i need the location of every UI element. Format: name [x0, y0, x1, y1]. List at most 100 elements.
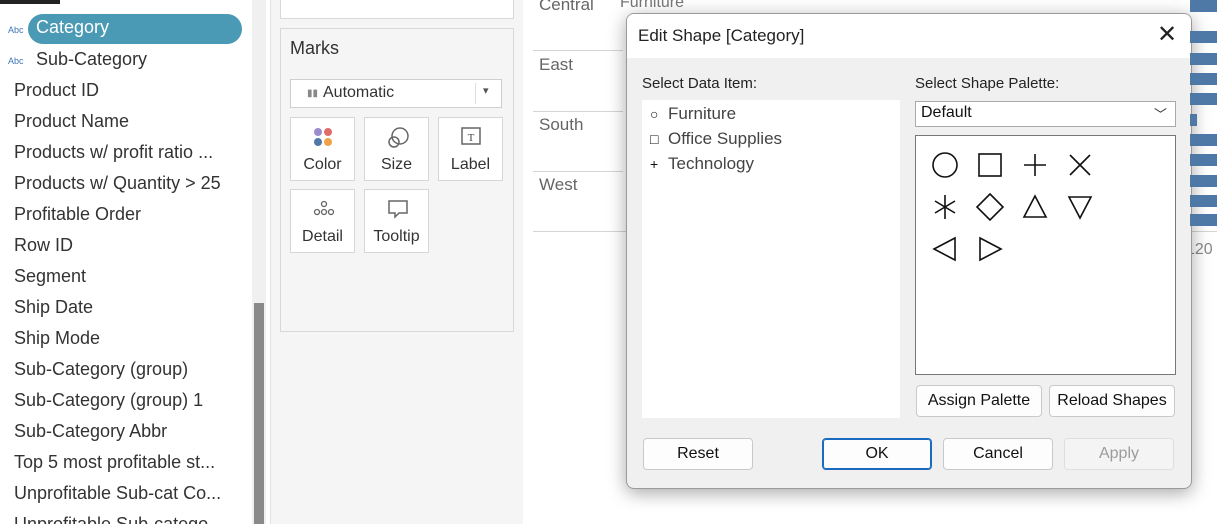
field-segment[interactable]: Segment — [14, 266, 86, 287]
assign-palette-button[interactable]: Assign Palette — [916, 385, 1042, 417]
field-profitable-order[interactable]: Profitable Order — [14, 204, 141, 225]
chevron-down-icon: ▾ — [483, 85, 489, 97]
field-ship-date[interactable]: Ship Date — [14, 297, 93, 318]
triangle-up-shape-icon[interactable] — [1018, 190, 1052, 224]
bar-mark — [1190, 93, 1217, 105]
bar-mark — [1190, 175, 1217, 187]
size-label: Size — [380, 156, 413, 173]
triangle-down-shape-icon[interactable] — [1063, 190, 1097, 224]
circle-shape-icon[interactable] — [928, 148, 962, 182]
bar-mark — [1190, 195, 1217, 207]
category-label-furniture: Furniture — [620, 0, 685, 11]
region-label-east: East — [539, 55, 574, 74]
bar-mark — [1190, 114, 1197, 126]
reset-button[interactable]: Reset — [643, 438, 753, 470]
color-label: Color — [303, 156, 342, 173]
field-sub-category-group-1[interactable]: Sub-Category (group) 1 — [14, 390, 203, 411]
palette-value: Default — [921, 104, 972, 121]
bar-mark — [1190, 53, 1217, 65]
size-button[interactable]: Size — [364, 117, 429, 181]
triangle-left-shape-icon[interactable] — [928, 232, 962, 266]
label-button[interactable]: T Label — [438, 117, 503, 181]
data-item-label: Technology — [668, 154, 755, 173]
region-label-central: Central — [539, 0, 594, 14]
marks-title: Marks — [290, 38, 339, 58]
data-pane: Abc Category Abc Sub-Category Product ID… — [0, 0, 248, 524]
bar-mark — [1190, 214, 1217, 226]
close-icon[interactable]: ✕ — [1153, 22, 1181, 50]
triangle-right-shape-icon[interactable] — [973, 232, 1007, 266]
select-shape-palette-label: Select Shape Palette: — [915, 75, 1060, 92]
dialog-title: Edit Shape [Category] — [638, 26, 805, 45]
label-icon: T — [461, 127, 481, 145]
field-products-profit-ratio[interactable]: Products w/ profit ratio ... — [14, 142, 213, 163]
plus-shape-icon: + — [650, 156, 659, 172]
bar-mark — [1190, 73, 1217, 85]
region-label-south: South — [539, 115, 584, 134]
bar-chart-icon: ▮▮ — [307, 88, 319, 99]
apply-button: Apply — [1064, 438, 1174, 470]
pages-card — [280, 0, 514, 19]
mark-type-dropdown[interactable]: ▮▮ Automatic ▾ — [290, 79, 502, 108]
field-products-quantity[interactable]: Products w/ Quantity > 25 — [14, 173, 221, 194]
data-pane-scroll-thumb[interactable] — [254, 303, 264, 524]
detail-button[interactable]: Detail — [290, 189, 355, 253]
shape-grid — [915, 135, 1176, 375]
label-label: Label — [450, 156, 491, 173]
data-item-technology[interactable]: + Technology — [650, 154, 754, 174]
color-button[interactable]: Color — [290, 117, 355, 181]
bar-mark — [1190, 134, 1217, 146]
data-item-label: Office Supplies — [668, 129, 783, 148]
svg-text:T: T — [468, 132, 475, 144]
data-item-office-supplies[interactable]: □ Office Supplies — [650, 129, 782, 149]
tooltip-icon — [388, 200, 408, 219]
field-sub-category-group[interactable]: Sub-Category (group) — [14, 359, 188, 380]
ok-button[interactable]: OK — [822, 438, 932, 470]
bar-mark — [1190, 154, 1217, 166]
row-divider — [533, 50, 623, 51]
square-shape-icon: □ — [650, 131, 659, 147]
detail-icon — [313, 200, 335, 216]
field-product-id[interactable]: Product ID — [14, 80, 99, 101]
abc-type-badge: Abc — [8, 56, 24, 66]
asterisk-shape-icon[interactable] — [928, 190, 962, 224]
bar-mark — [1190, 31, 1217, 43]
region-label-west: West — [539, 175, 578, 194]
reload-shapes-button[interactable]: Reload Shapes — [1049, 385, 1175, 417]
top-edge-decoration — [0, 0, 60, 4]
abc-type-badge: Abc — [8, 25, 24, 35]
shape-palette-select[interactable]: Default ﹀ — [915, 101, 1176, 127]
field-unprofitable-sub-cat-co[interactable]: Unprofitable Sub-cat Co... — [14, 483, 221, 504]
field-sub-category[interactable]: Sub-Category — [36, 49, 147, 70]
field-category[interactable]: Category — [36, 17, 109, 38]
bar-mark — [1190, 0, 1217, 12]
tooltip-button[interactable]: Tooltip — [364, 189, 429, 253]
data-item-furniture[interactable]: ○ Furniture — [650, 104, 736, 124]
field-product-name[interactable]: Product Name — [14, 111, 129, 132]
field-ship-mode[interactable]: Ship Mode — [14, 328, 100, 349]
dialog-titlebar: Edit Shape [Category] ✕ — [627, 14, 1191, 58]
cancel-button[interactable]: Cancel — [943, 438, 1053, 470]
detail-label: Detail — [302, 228, 343, 245]
field-unprofitable-sub-catego[interactable]: Unprofitable Sub-catego... — [14, 514, 223, 524]
square-shape-icon[interactable] — [973, 148, 1007, 182]
select-data-item-label: Select Data Item: — [642, 75, 758, 92]
diamond-shape-icon[interactable] — [973, 190, 1007, 224]
dropdown-separator — [475, 83, 476, 104]
circle-shape-icon: ○ — [650, 106, 659, 122]
chevron-down-icon: ﹀ — [1153, 107, 1167, 122]
tooltip-label: Tooltip — [373, 228, 420, 245]
row-divider — [533, 171, 623, 172]
row-divider — [533, 111, 623, 112]
field-top-5-profitable[interactable]: Top 5 most profitable st... — [14, 452, 215, 473]
plus-shape-icon[interactable] — [1018, 148, 1052, 182]
mark-type-value: Automatic — [323, 84, 395, 101]
field-sub-category-abbr[interactable]: Sub-Category Abbr — [14, 421, 167, 442]
size-icon — [388, 127, 409, 148]
field-row-id[interactable]: Row ID — [14, 235, 73, 256]
color-icon — [314, 128, 332, 146]
cross-shape-icon[interactable] — [1063, 148, 1097, 182]
data-item-label: Furniture — [668, 104, 737, 123]
edit-shape-dialog: Edit Shape [Category] ✕ Select Data Item… — [626, 13, 1192, 489]
data-item-list[interactable]: ○ Furniture □ Office Supplies + Technology — [642, 100, 900, 418]
